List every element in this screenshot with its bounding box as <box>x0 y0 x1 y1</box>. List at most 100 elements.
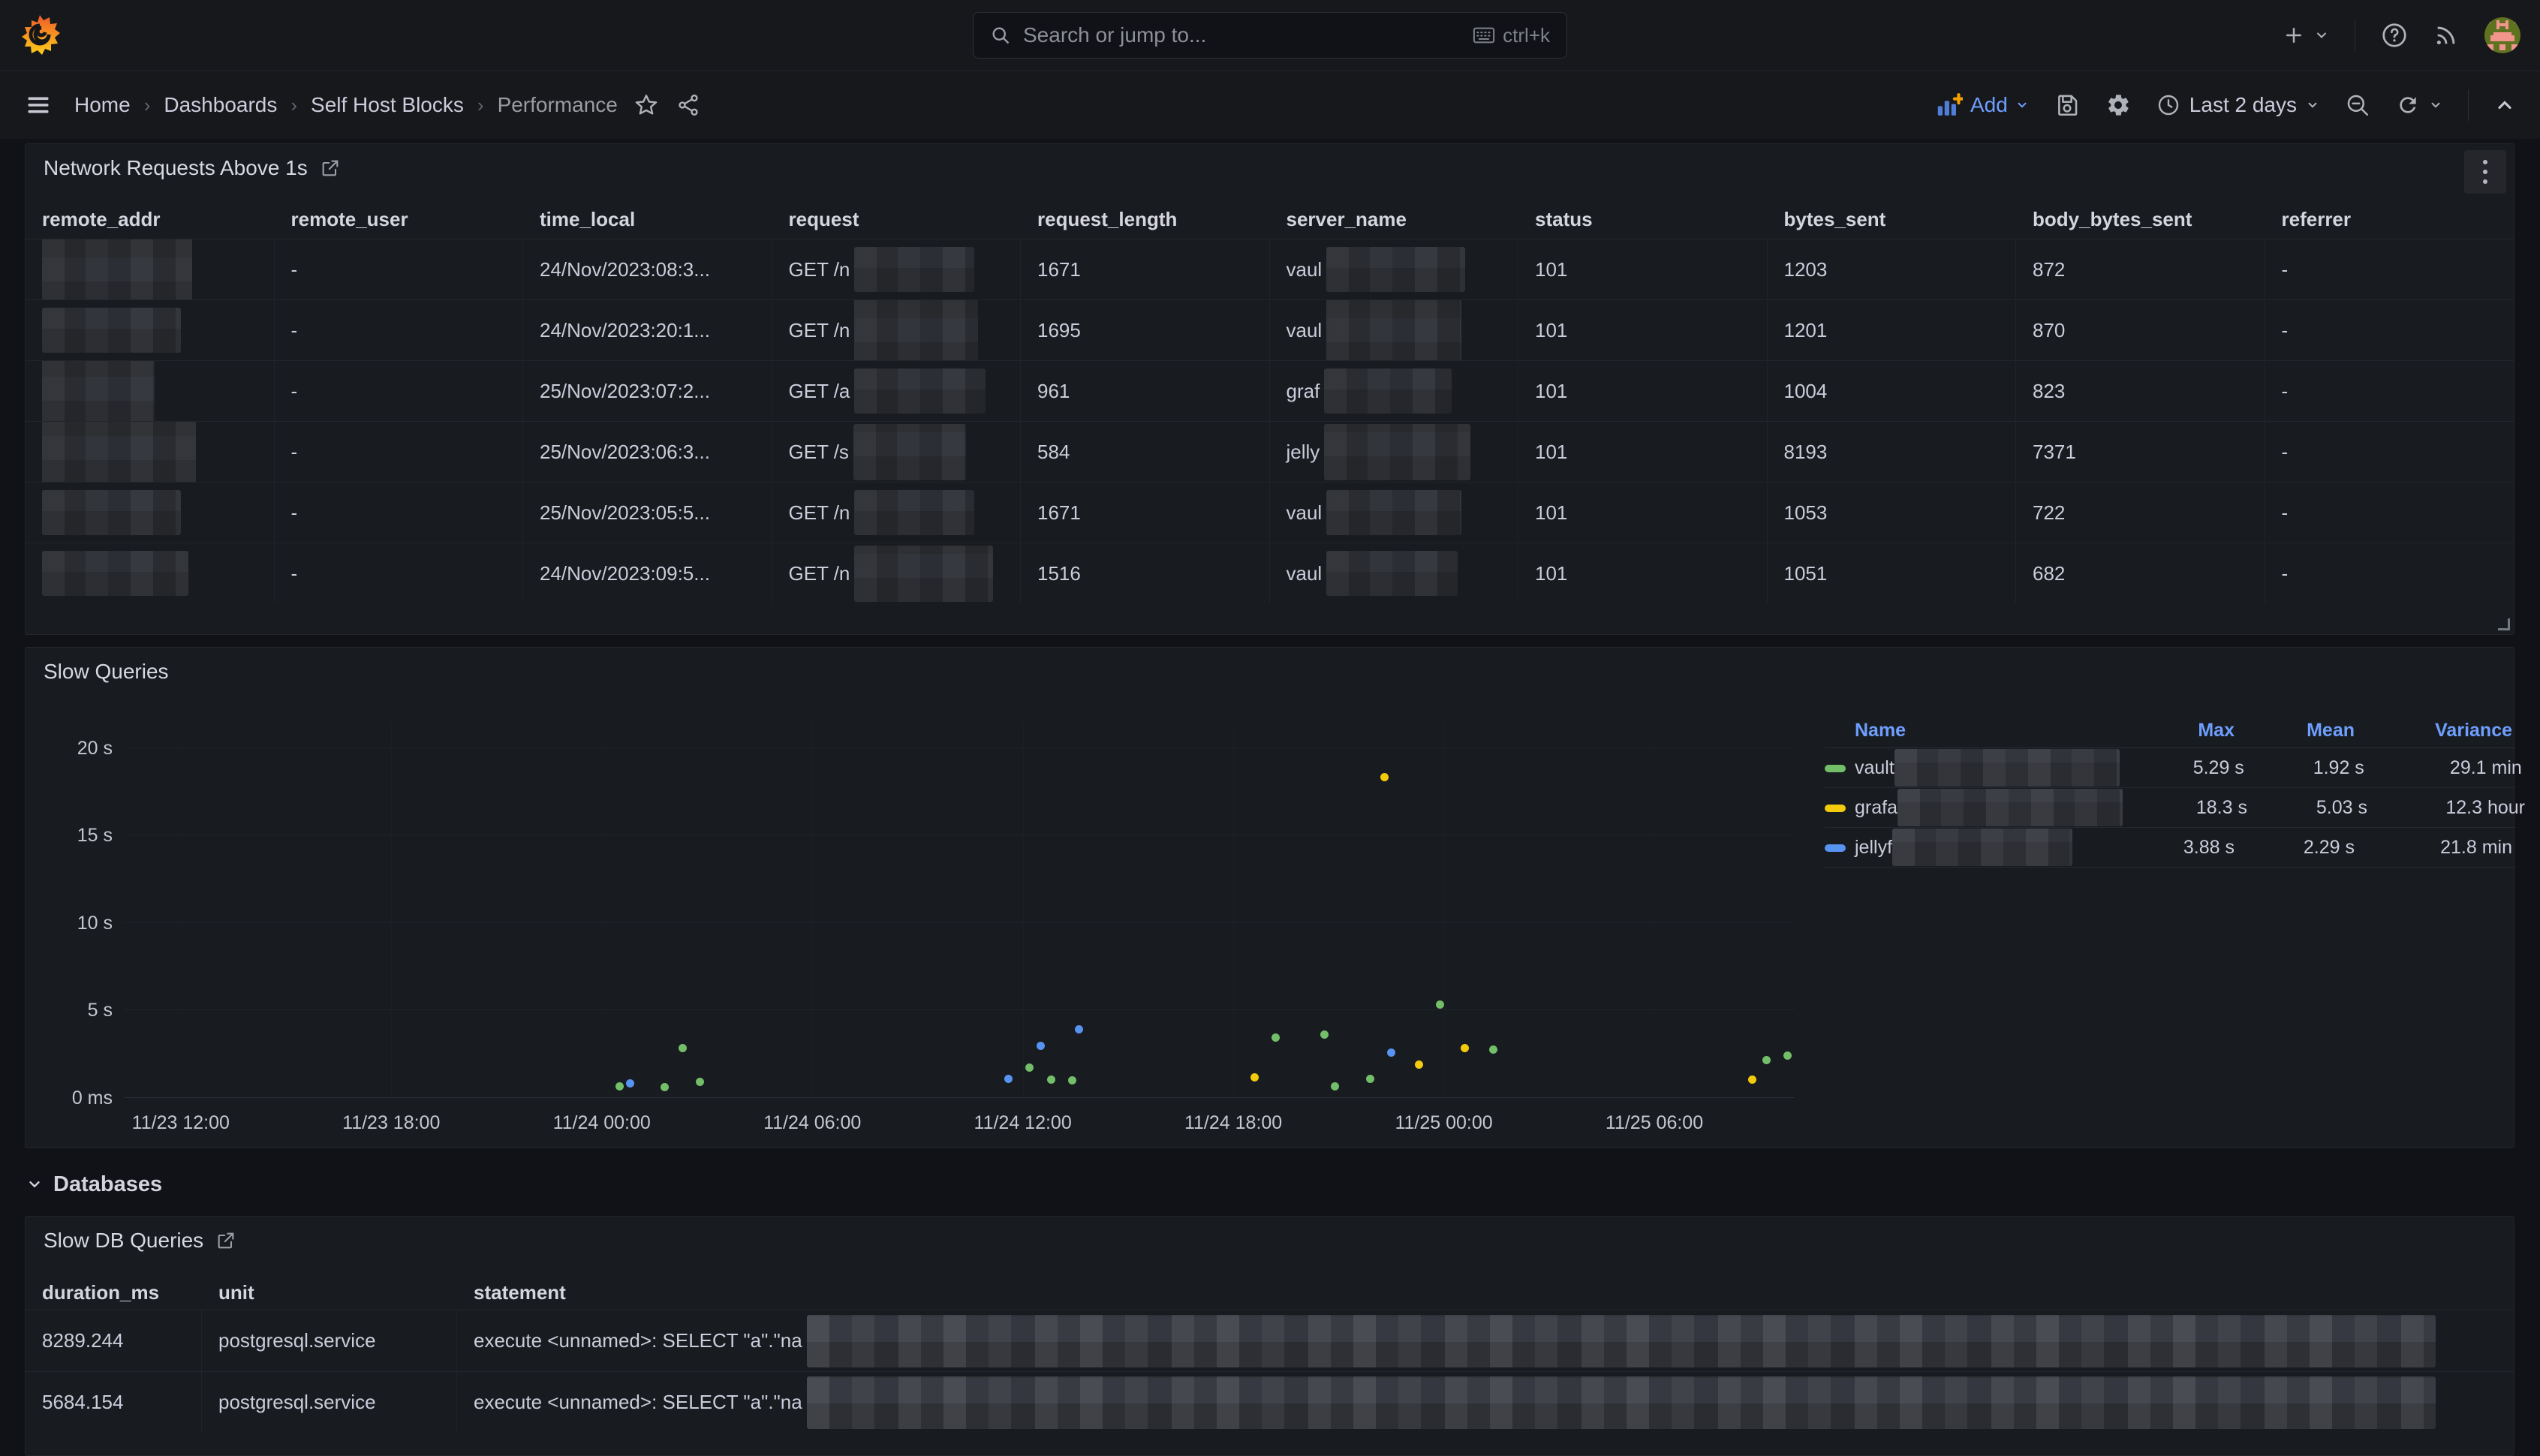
breadcrumb: Home › Dashboards › Self Host Blocks › P… <box>74 93 618 117</box>
redacted-text <box>42 308 181 353</box>
redacted-text <box>42 239 192 299</box>
legend-series-name[interactable]: vault <box>1855 749 2120 787</box>
external-link-icon[interactable] <box>320 158 341 179</box>
redacted-text <box>807 1315 2436 1367</box>
x-axis-label: 11/25 00:00 <box>1395 1112 1492 1134</box>
x-axis-label: 11/24 18:00 <box>1184 1112 1282 1134</box>
legend-series-name[interactable]: jellyf <box>1855 829 2110 866</box>
redacted-text <box>42 422 196 482</box>
search-icon <box>990 25 1011 46</box>
x-axis-label: 11/24 12:00 <box>974 1112 1072 1134</box>
column-header[interactable]: server_name <box>1270 208 1519 231</box>
favorite-star-icon[interactable] <box>634 93 658 117</box>
column-header[interactable]: bytes_sent <box>1768 208 2017 231</box>
share-icon[interactable] <box>676 93 700 117</box>
chevron-down-icon <box>2015 98 2029 112</box>
panel-title[interactable]: Slow DB Queries <box>44 1229 203 1253</box>
keyboard-icon <box>1473 26 1495 44</box>
panel-network-requests: Network Requests Above 1s remote_addrrem… <box>25 143 2514 635</box>
breadcrumb-dashboards[interactable]: Dashboards <box>164 93 277 117</box>
add-panel-button[interactable]: Add <box>1936 92 2029 118</box>
x-axis-label: 11/25 06:00 <box>1606 1112 1703 1134</box>
refresh-icon <box>2396 93 2420 117</box>
dashboard-toolbar: Home › Dashboards › Self Host Blocks › P… <box>0 71 2540 139</box>
column-header[interactable]: referrer <box>2265 208 2514 231</box>
panel-title[interactable]: Slow Queries <box>44 660 169 684</box>
section-databases[interactable]: Databases <box>26 1168 2514 1201</box>
data-point-vault <box>679 1044 687 1052</box>
global-search[interactable]: Search or jump to... ctrl+k <box>973 12 1567 59</box>
legend-row: vault5.29 s1.92 s29.1 min <box>1825 748 2515 788</box>
breadcrumb-home[interactable]: Home <box>74 93 131 117</box>
column-header[interactable]: remote_addr <box>26 208 275 231</box>
column-header[interactable]: request_length <box>1021 208 1270 231</box>
time-range-picker[interactable]: Last 2 days <box>2156 93 2319 117</box>
scatter-plot <box>125 723 1795 1097</box>
legend-swatch[interactable] <box>1825 765 1846 772</box>
column-header[interactable]: duration_ms <box>26 1281 202 1304</box>
data-point-vault <box>1025 1063 1034 1072</box>
dashboard-settings-button[interactable] <box>2105 92 2131 118</box>
data-point-vault <box>615 1082 624 1090</box>
zoom-out-time-button[interactable] <box>2345 92 2370 118</box>
redacted-text <box>854 546 993 602</box>
column-header[interactable]: remote_user <box>275 208 524 231</box>
news-icon[interactable] <box>2433 23 2459 48</box>
data-point-vault <box>696 1078 704 1086</box>
x-axis-label: 11/24 00:00 <box>553 1112 651 1134</box>
breadcrumb-folder[interactable]: Self Host Blocks <box>311 93 464 117</box>
column-header[interactable]: statement <box>457 1281 2514 1304</box>
redacted-text <box>1894 749 2120 787</box>
legend-row: grafa18.3 s5.03 s12.3 hour <box>1825 788 2515 828</box>
slow-db-table: duration_msunitstatement 8289.244postgres… <box>26 1275 2514 1433</box>
table-row: -24/Nov/2023:09:5...GET /n1516vaul101105… <box>26 543 2514 603</box>
table-row: -25/Nov/2023:06:3...GET /s584jelly101819… <box>26 421 2514 482</box>
data-point-grafa <box>1380 773 1389 781</box>
table-row: 5684.154postgresql.serviceexecute <unnam… <box>26 1371 2514 1433</box>
panel-resize-handle[interactable] <box>2498 618 2510 630</box>
new-menu-button[interactable] <box>2283 24 2329 47</box>
column-header[interactable]: body_bytes_sent <box>2016 208 2265 231</box>
external-link-icon[interactable] <box>215 1230 236 1251</box>
redacted-text <box>807 1376 2436 1429</box>
legend-header-mean[interactable]: Mean <box>2238 720 2358 742</box>
data-point-vault <box>1489 1045 1497 1054</box>
legend-series-name[interactable]: grafa <box>1855 789 2123 826</box>
user-avatar[interactable] <box>2484 17 2520 53</box>
data-point-vault <box>1783 1051 1792 1060</box>
mega-menu-toggle[interactable] <box>25 92 52 119</box>
section-title: Databases <box>53 1172 162 1197</box>
column-header[interactable]: unit <box>202 1281 457 1304</box>
legend-row: jellyf3.88 s2.29 s21.8 min <box>1825 828 2515 868</box>
legend-swatch[interactable] <box>1825 844 1846 852</box>
panel-menu-button[interactable] <box>2464 150 2506 194</box>
grafana-logo[interactable] <box>20 14 60 57</box>
chevron-down-icon <box>2314 28 2329 43</box>
legend-value: 1.92 s <box>2247 757 2367 779</box>
collapse-toolbar-button[interactable] <box>2494 95 2515 116</box>
redacted-text <box>1326 551 1458 596</box>
panel-title[interactable]: Network Requests Above 1s <box>44 156 308 180</box>
table-row: -25/Nov/2023:07:2...GET /a961graf1011004… <box>26 360 2514 421</box>
redacted-text <box>1324 424 1470 480</box>
legend-swatch[interactable] <box>1825 805 1846 812</box>
legend-header-variance[interactable]: Variance <box>2358 720 2515 742</box>
data-point-grafa <box>1748 1075 1756 1084</box>
chevron-down-icon <box>26 1176 43 1193</box>
chevron-down-icon <box>2306 98 2319 112</box>
legend-header-name[interactable]: Name <box>1855 720 2110 742</box>
network-requests-table: remote_addrremote_usertime_localrequestr… <box>26 200 2514 603</box>
x-axis-label: 11/24 06:00 <box>763 1112 861 1134</box>
redacted-text <box>853 424 966 480</box>
data-point-jellyf <box>1037 1042 1045 1050</box>
column-header[interactable]: status <box>1518 208 1768 231</box>
table-row: 8289.244postgresql.serviceexecute <unnam… <box>26 1310 2514 1371</box>
chevron-down-icon <box>2429 98 2442 112</box>
save-dashboard-button[interactable] <box>2054 92 2080 118</box>
legend-header-max[interactable]: Max <box>2110 720 2238 742</box>
legend-value: 3.88 s <box>2110 837 2238 859</box>
column-header[interactable]: request <box>772 208 1022 231</box>
refresh-button[interactable] <box>2396 93 2442 117</box>
help-button[interactable] <box>2381 22 2408 49</box>
column-header[interactable]: time_local <box>523 208 772 231</box>
